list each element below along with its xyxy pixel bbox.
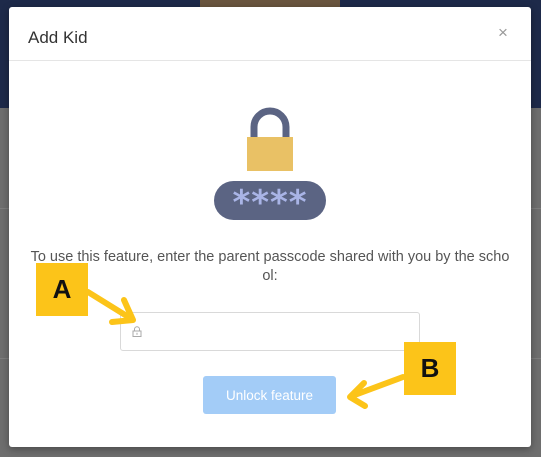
annotation-label-a: A [36, 263, 88, 316]
padlock-body [247, 137, 293, 171]
lock-icon [132, 326, 142, 337]
passcode-field[interactable] [120, 312, 420, 352]
passcode-instructions: To use this feature, enter the parent pa… [30, 249, 510, 284]
passcode-input[interactable] [147, 313, 417, 352]
dialog-header: Add Kid × [9, 7, 531, 61]
dialog-title: Add Kid [28, 28, 88, 47]
unlock-feature-button[interactable]: Unlock feature [203, 376, 336, 414]
padlock-shackle [250, 107, 290, 139]
passcode-lock-illustration: **** [214, 107, 326, 221]
annotation-label-b: B [404, 342, 456, 395]
close-button[interactable]: × [495, 24, 511, 42]
masked-passcode-stars: **** [232, 183, 307, 221]
